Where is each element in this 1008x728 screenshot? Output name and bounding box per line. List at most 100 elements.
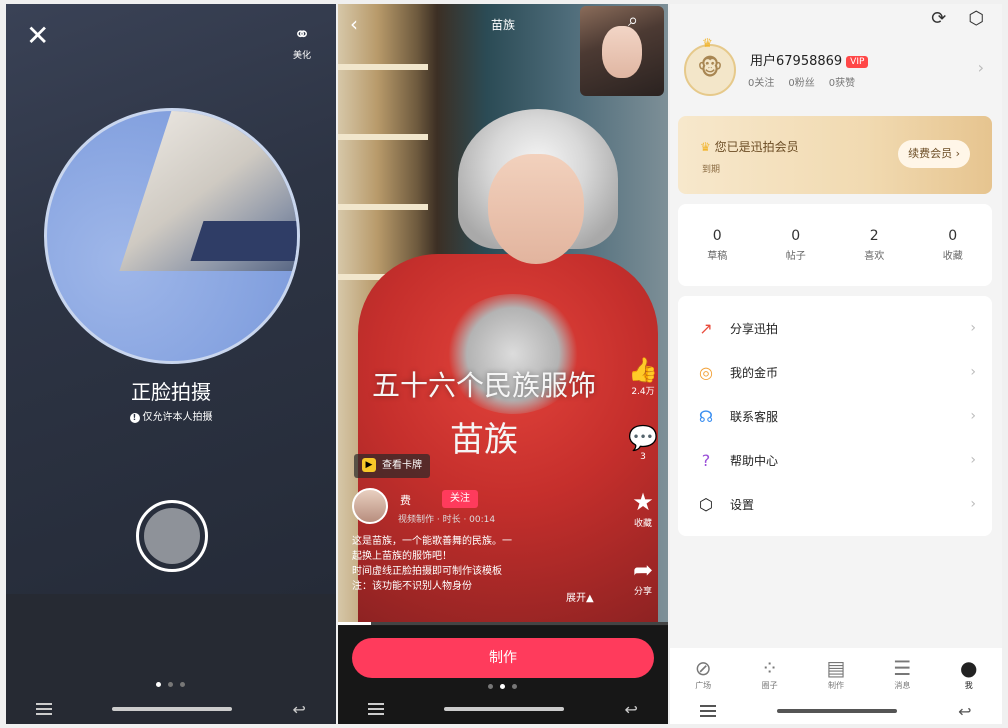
search-icon[interactable]: ⌕ — [628, 10, 638, 31]
top-actions: ⟳ ⬡ — [931, 8, 984, 29]
tab-label: 消息 — [894, 680, 911, 690]
headset-icon: ☊ — [698, 406, 714, 426]
settings-icon: ⬡ — [699, 494, 713, 514]
count-value: 2 — [869, 227, 879, 244]
followers-count[interactable]: 0粉丝 — [788, 74, 814, 89]
menu-icon[interactable] — [368, 703, 385, 715]
menu-item-support[interactable]: ☊ 联系客服 › — [678, 394, 992, 438]
coin-icon: ◎ — [699, 362, 713, 382]
shutter-button[interactable] — [136, 500, 208, 572]
make-button[interactable]: 制作 — [352, 638, 654, 678]
refresh-icon[interactable]: ⟳ — [931, 8, 946, 29]
close-icon[interactable]: ✕ — [26, 22, 49, 50]
expand-link[interactable]: 展开▲ — [566, 589, 594, 604]
tab-messages[interactable]: ☰ 消息 — [877, 656, 927, 691]
count-value: 0 — [712, 227, 722, 244]
share-label: 分享 — [633, 587, 652, 597]
back-icon[interactable]: ‹ — [350, 12, 358, 36]
author-name[interactable]: 费 — [400, 492, 411, 508]
model-face — [488, 154, 584, 264]
vip-badge: VIP — [846, 55, 869, 68]
renew-member-button[interactable]: 续费会员 › — [898, 140, 970, 168]
chevron-right-icon: › — [970, 452, 976, 468]
help-icon: ? — [701, 450, 711, 470]
video-title: 苗族 — [490, 18, 515, 32]
menu-item-settings[interactable]: ⬡ 设置 › — [678, 482, 992, 526]
chevron-right-icon[interactable]: › — [978, 58, 984, 77]
likes-count[interactable]: 0获赞 — [829, 74, 855, 89]
crown-icon: ♛ — [700, 140, 715, 154]
profile-username[interactable]: 用户67958869 VIP — [750, 50, 869, 69]
profile-screen: ⟳ ⬡ 🐵 ♛ 用户67958869 VIP 0关注 0粉丝 0获赞 › ♛ 您已… — [670, 4, 1002, 724]
share-button[interactable]: ➦ 分享 — [626, 556, 660, 597]
member-card: ♛ 您已是迅拍会员 到期 续费会员 › — [678, 116, 992, 194]
follow-button[interactable]: 关注 — [442, 490, 478, 508]
page-dot — [500, 684, 505, 689]
face-capture-screen: ✕ ⚭ 美化 正脸拍摄 ! 仅允许本人拍摄 ↩ — [6, 4, 336, 724]
tab-circles[interactable]: ⁘ 圈子 — [745, 656, 795, 691]
share-icon: ➦ — [632, 556, 654, 584]
menu-icon[interactable] — [700, 705, 717, 717]
posts-count[interactable]: 0 帖子 — [786, 228, 806, 263]
likes-count[interactable]: 2 喜欢 — [864, 228, 884, 263]
favorite-button[interactable]: ★ 收藏 — [626, 488, 660, 529]
page-title: 正脸拍摄 — [131, 380, 211, 404]
building-underside — [190, 221, 297, 261]
menu-icon[interactable] — [36, 703, 53, 715]
back-icon[interactable]: ↩ — [624, 700, 637, 719]
menu-label: 我的金币 — [730, 365, 779, 380]
tab-label: 我 — [964, 680, 973, 690]
page-dots — [488, 684, 517, 689]
like-count: 2.4万 — [631, 387, 655, 397]
clapper-icon: ▤ — [826, 655, 846, 680]
tab-label: 圈子 — [761, 680, 778, 690]
tab-me[interactable]: ● 我 — [944, 656, 994, 691]
drafts-count[interactable]: 0 草稿 — [707, 228, 727, 263]
settings-menu: ↗ 分享迅拍 › ◎ 我的金币 › ☊ 联系客服 › ? 帮助中心 › ⬡ 设置… — [678, 296, 992, 536]
home-indicator[interactable] — [444, 707, 565, 711]
page-dot — [512, 684, 517, 689]
desc-line: 这是苗族，一个能歌善舞的民族。一 — [352, 536, 512, 547]
shelf — [338, 64, 428, 70]
overlay-caption-line2: 苗族 — [450, 420, 518, 460]
shelf — [338, 204, 428, 210]
chevron-right-icon: › — [970, 364, 976, 380]
comment-count: 3 — [640, 452, 646, 462]
face-preview-thumbnail[interactable] — [580, 6, 664, 96]
crown-icon: ♛ — [702, 36, 713, 50]
back-icon[interactable]: ↩ — [292, 700, 305, 719]
back-icon[interactable]: ↩ — [958, 702, 971, 721]
card-tag[interactable]: ▶ 查看卡牌 — [354, 454, 430, 478]
page-dot — [168, 682, 173, 687]
card-tag-label: 查看卡牌 — [382, 460, 422, 471]
info-icon: ! — [129, 413, 140, 423]
like-button[interactable]: 👍 2.4万 — [626, 356, 660, 397]
avatar[interactable]: 🐵 — [684, 44, 736, 96]
avatar[interactable] — [352, 488, 388, 524]
count-label: 帖子 — [785, 250, 806, 262]
username-label: 用户67958869 — [750, 54, 843, 69]
home-indicator[interactable] — [777, 709, 898, 713]
hint-label: 仅允许本人拍摄 — [142, 412, 213, 423]
video-progress[interactable] — [338, 622, 668, 625]
page-dot — [488, 684, 493, 689]
tab-make[interactable]: ▤ 制作 — [811, 656, 861, 691]
favorite-label: 收藏 — [633, 519, 652, 529]
beauty-button[interactable]: ⚭ 美化 — [282, 22, 322, 61]
comment-button[interactable]: 💬 3 — [626, 424, 660, 462]
desc-line: 注：该功能不识别人物身份 — [352, 581, 472, 592]
grid-icon: ⁘ — [761, 655, 778, 680]
menu-item-help[interactable]: ? 帮助中心 › — [678, 438, 992, 482]
menu-item-coins[interactable]: ◎ 我的金币 › — [678, 350, 992, 394]
tab-plaza[interactable]: ⊘ 广场 — [678, 656, 728, 691]
menu-item-share[interactable]: ↗ 分享迅拍 › — [678, 306, 992, 350]
home-indicator[interactable] — [112, 707, 233, 711]
page-dot — [180, 682, 185, 687]
page-dot — [156, 682, 161, 687]
count-value: 0 — [791, 227, 801, 244]
favorites-count[interactable]: 0 收藏 — [943, 228, 963, 263]
share-icon: ↗ — [699, 318, 713, 338]
following-count[interactable]: 0关注 — [748, 74, 774, 89]
settings-icon[interactable]: ⬡ — [968, 8, 984, 29]
content-counts: 0 草稿 0 帖子 2 喜欢 0 收藏 — [678, 204, 992, 286]
